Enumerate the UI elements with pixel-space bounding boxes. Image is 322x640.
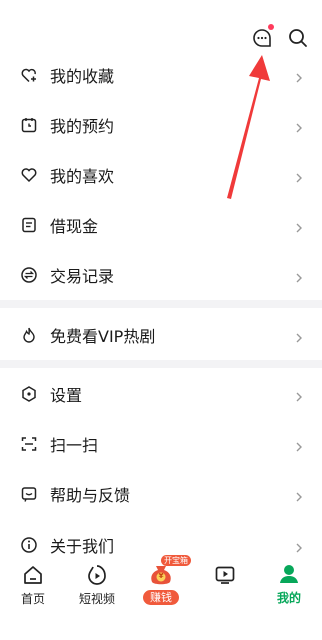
section-divider (0, 300, 322, 308)
user-icon (278, 563, 300, 585)
earn-pill: 赚钱 (143, 590, 179, 605)
tab-short-video[interactable]: 短视频 (65, 556, 129, 607)
menu-item-likes[interactable]: 我的喜欢 (0, 150, 322, 200)
tab-tv[interactable] (193, 556, 257, 590)
feedback-icon (20, 485, 38, 503)
tv-play-icon (214, 564, 236, 586)
menu-item-transactions[interactable]: 交易记录 (0, 250, 322, 300)
menu-item-label: 我的喜欢 (50, 167, 115, 186)
unread-dot (268, 24, 274, 30)
menu-item-scan[interactable]: 扫一扫 (0, 419, 322, 469)
money-bag-icon: ¥ (147, 562, 175, 586)
exchange-icon (20, 266, 38, 284)
menu-item-label: 设置 (50, 386, 83, 405)
menu-item-free-vip[interactable]: 免费看VIP热剧 (0, 310, 322, 360)
document-icon (20, 216, 38, 234)
menu-item-label: 免费看VIP热剧 (50, 327, 156, 346)
menu-item-label: 帮助与反馈 (50, 486, 131, 505)
bottom-tab-bar: 首页 短视频 开宝箱 ¥ 赚钱 我的 (0, 555, 322, 640)
menu-item-label: 我的预约 (50, 117, 115, 136)
menu-item-label: 借现金 (50, 217, 99, 236)
heart-icon (20, 166, 38, 184)
chevron-right-icon (294, 488, 304, 502)
home-icon (22, 564, 44, 586)
info-icon (20, 536, 38, 554)
chevron-right-icon (294, 269, 304, 283)
menu-item-label: 我的收藏 (50, 67, 115, 86)
menu-item-favorites[interactable]: 我的收藏 (0, 50, 322, 100)
search-icon[interactable] (286, 26, 310, 50)
menu-item-label: 关于我们 (50, 537, 115, 556)
top-bar (0, 0, 322, 52)
tab-label: 短视频 (78, 592, 115, 606)
chevron-right-icon (294, 438, 304, 452)
tab-earn[interactable]: 开宝箱 ¥ 赚钱 (129, 555, 193, 605)
tab-me[interactable]: 我的 (257, 556, 321, 606)
chevron-right-icon (294, 169, 304, 183)
chevron-right-icon (294, 329, 304, 343)
tab-label: 我的 (276, 591, 301, 605)
menu-item-label: 扫一扫 (50, 436, 99, 455)
heart-plus-icon (20, 66, 38, 84)
menu-item-settings[interactable]: 设置 (0, 369, 322, 419)
short-video-icon (86, 564, 108, 586)
coin-symbol: ¥ (158, 572, 164, 580)
chevron-right-icon (294, 539, 304, 553)
chevron-right-icon (294, 219, 304, 233)
menu-item-borrow-cash[interactable]: 借现金 (0, 200, 322, 250)
menu-item-reservations[interactable]: 我的预约 (0, 100, 322, 150)
menu-item-label: 交易记录 (50, 267, 115, 286)
scan-icon (20, 435, 38, 453)
tab-label: 首页 (20, 592, 45, 606)
message-icon[interactable] (250, 24, 274, 50)
menu-item-help-feedback[interactable]: 帮助与反馈 (0, 469, 322, 519)
section-divider (0, 360, 322, 368)
chevron-right-icon (294, 119, 304, 133)
chevron-right-icon (294, 388, 304, 402)
calendar-icon (20, 116, 38, 134)
chevron-right-icon (294, 69, 304, 83)
tab-home[interactable]: 首页 (1, 556, 65, 607)
flame-icon (20, 326, 38, 344)
hexagon-settings-icon (20, 385, 38, 403)
